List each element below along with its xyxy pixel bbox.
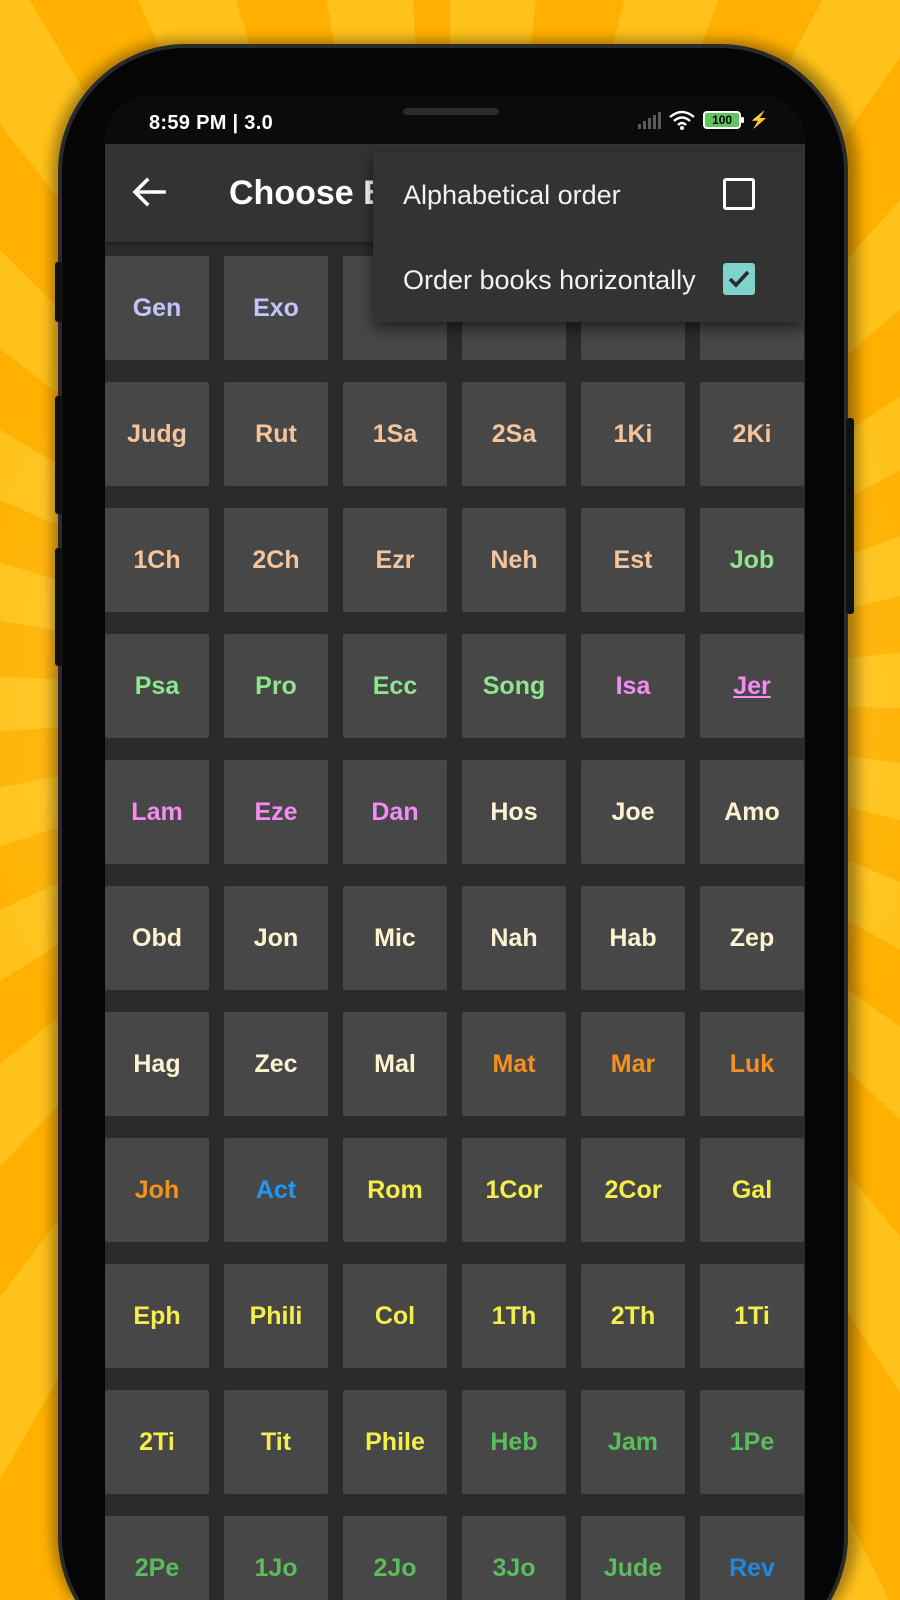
status-bar: 8:59 PM | 3.0 100 ⚡ <box>105 96 805 144</box>
menu-item-alphabetical[interactable]: Alphabetical order <box>373 152 805 237</box>
back-button[interactable] <box>127 170 171 214</box>
options-menu: Alphabetical order Order books horizonta… <box>373 152 805 322</box>
book-tile[interactable]: 1Ti <box>700 1264 804 1368</box>
book-tile[interactable]: 1Jo <box>224 1516 328 1600</box>
book-tile[interactable]: Tit <box>224 1390 328 1494</box>
book-tile[interactable]: Rev <box>700 1516 804 1600</box>
book-tile[interactable]: Luk <box>700 1012 804 1116</box>
book-tile[interactable]: Nah <box>462 886 566 990</box>
book-tile[interactable]: Joe <box>581 760 685 864</box>
book-tile[interactable]: 1Sa <box>343 382 447 486</box>
horizontal-order-checkbox[interactable] <box>723 263 755 295</box>
book-tile[interactable]: Obd <box>105 886 209 990</box>
book-tile[interactable]: 2Pe <box>105 1516 209 1600</box>
book-tile[interactable]: Jude <box>581 1516 685 1600</box>
book-tile[interactable]: Heb <box>462 1390 566 1494</box>
book-tile[interactable]: Judg <box>105 382 209 486</box>
book-tile[interactable]: Gen <box>105 256 209 360</box>
book-tile[interactable]: 2Jo <box>343 1516 447 1600</box>
book-tile[interactable]: Ezr <box>343 508 447 612</box>
speaker-grille <box>403 108 499 115</box>
book-grid: Gen Exo Judg Rut 1Sa 2Sa 1Ki 2Ki 1Ch 2Ch Ezr Neh Est… <box>105 256 805 1600</box>
notch <box>280 96 590 144</box>
book-tile[interactable]: Joh <box>105 1138 209 1242</box>
book-tile[interactable]: Jon <box>224 886 328 990</box>
book-tile[interactable]: Act <box>224 1138 328 1242</box>
book-tile[interactable]: Zep <box>700 886 804 990</box>
book-tile[interactable]: Dan <box>343 760 447 864</box>
book-tile[interactable]: Mal <box>343 1012 447 1116</box>
battery-icon: 100 <box>703 111 745 129</box>
book-tile[interactable]: 1Ch <box>105 508 209 612</box>
book-tile[interactable]: Zec <box>224 1012 328 1116</box>
book-tile[interactable]: Amo <box>700 760 804 864</box>
signal-icon <box>638 111 662 129</box>
book-tile[interactable]: Rom <box>343 1138 447 1242</box>
app-screen: 8:59 PM | 3.0 100 ⚡ Choose Book Gen Exo Ju… <box>105 96 805 1600</box>
book-tile[interactable]: 2Sa <box>462 382 566 486</box>
book-tile[interactable]: Mat <box>462 1012 566 1116</box>
book-tile[interactable]: Lam <box>105 760 209 864</box>
book-tile[interactable]: Exo <box>224 256 328 360</box>
book-tile[interactable]: Isa <box>581 634 685 738</box>
menu-item-label: Order books horizontally <box>403 265 696 295</box>
book-tile[interactable]: 3Jo <box>462 1516 566 1600</box>
wifi-icon <box>669 110 695 130</box>
book-tile[interactable]: Jam <box>581 1390 685 1494</box>
book-tile[interactable]: 1Pe <box>700 1390 804 1494</box>
book-tile[interactable]: Neh <box>462 508 566 612</box>
book-tile[interactable]: Hos <box>462 760 566 864</box>
book-tile[interactable]: Gal <box>700 1138 804 1242</box>
phone-side-button <box>55 396 63 514</box>
phone-side-button <box>55 548 63 666</box>
book-tile[interactable]: Est <box>581 508 685 612</box>
book-tile[interactable]: Eph <box>105 1264 209 1368</box>
book-tile[interactable]: Hab <box>581 886 685 990</box>
book-tile[interactable]: Pro <box>224 634 328 738</box>
book-tile[interactable]: Phile <box>343 1390 447 1494</box>
book-tile[interactable]: 2Ch <box>224 508 328 612</box>
book-tile[interactable]: Rut <box>224 382 328 486</box>
book-tile[interactable]: Mic <box>343 886 447 990</box>
book-tile[interactable]: 1Th <box>462 1264 566 1368</box>
phone-side-button <box>55 262 63 322</box>
book-tile[interactable]: Hag <box>105 1012 209 1116</box>
book-tile[interactable]: 1Cor <box>462 1138 566 1242</box>
book-tile[interactable]: 2Ki <box>700 382 804 486</box>
book-tile[interactable]: Job <box>700 508 804 612</box>
status-time: 8:59 PM | 3.0 <box>149 112 273 134</box>
book-tile[interactable]: Eze <box>224 760 328 864</box>
book-tile[interactable]: Phili <box>224 1264 328 1368</box>
menu-item-label: Alphabetical order <box>403 180 621 210</box>
book-tile[interactable]: 1Ki <box>581 382 685 486</box>
book-tile[interactable]: Mar <box>581 1012 685 1116</box>
alphabetical-checkbox[interactable] <box>723 178 755 210</box>
phone-power-button <box>846 418 854 614</box>
arrow-left-icon <box>132 177 166 207</box>
book-tile[interactable]: Ecc <box>343 634 447 738</box>
book-tile[interactable]: 2Th <box>581 1264 685 1368</box>
book-tile[interactable]: Col <box>343 1264 447 1368</box>
book-tile[interactable]: Jer <box>700 634 804 738</box>
book-tile[interactable]: 2Cor <box>581 1138 685 1242</box>
book-tile[interactable]: Song <box>462 634 566 738</box>
menu-item-horizontal-order[interactable]: Order books horizontally <box>373 237 805 322</box>
book-tile[interactable]: 2Ti <box>105 1390 209 1494</box>
bolt-icon: ⚡ <box>749 112 769 129</box>
book-tile[interactable]: Psa <box>105 634 209 738</box>
checkmark-icon <box>728 270 750 288</box>
status-icons: 100 ⚡ <box>638 110 769 130</box>
